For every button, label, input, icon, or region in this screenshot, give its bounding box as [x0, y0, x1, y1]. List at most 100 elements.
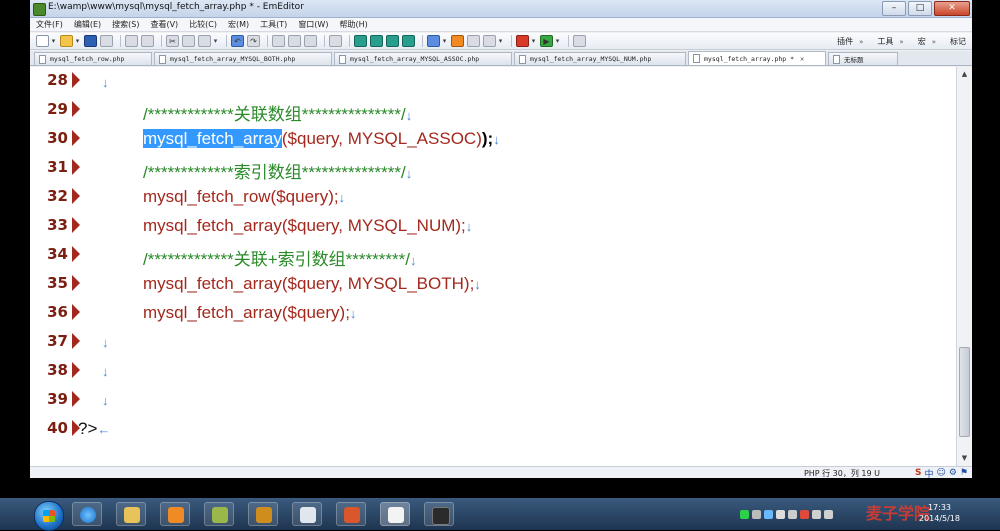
taskbar-media[interactable]	[160, 502, 190, 526]
tab-mysql-fetch-array[interactable]: mysql_fetch_array.php * ✕	[688, 51, 826, 65]
volume-icon[interactable]	[824, 510, 833, 519]
tray-app-icon[interactable]	[740, 510, 749, 519]
maximize-button[interactable]: □	[908, 1, 932, 16]
tab-untitled[interactable]: 无标题	[828, 52, 898, 65]
menu-view[interactable]: 查看(V)	[150, 19, 178, 30]
toolbar-tools-label[interactable]: 工具	[877, 36, 893, 47]
taskbar-notepad[interactable]	[292, 502, 322, 526]
replace-icon[interactable]	[304, 35, 317, 47]
marker-icon[interactable]	[573, 35, 586, 47]
taskbar-clock[interactable]: 17:33 2014/5/18	[919, 502, 960, 524]
menu-file[interactable]: 文件(F)	[36, 19, 63, 30]
tab-mysql-fetch-array-assoc[interactable]: mysql_fetch_array_MYSQL_ASSOC.php	[334, 52, 512, 65]
taskbar-terminal[interactable]	[424, 502, 454, 526]
paste-icon[interactable]	[198, 35, 211, 47]
code-line-32[interactable]: mysql_fetch_row($query);↓	[143, 187, 345, 207]
code-line-38[interactable]: ↓	[102, 361, 109, 381]
code-line-37[interactable]: ↓	[102, 332, 109, 352]
highlight-icon[interactable]	[329, 35, 342, 47]
tray-app-icon[interactable]	[788, 510, 797, 519]
find-next-icon[interactable]	[288, 35, 301, 47]
start-button[interactable]	[34, 501, 64, 531]
print-icon[interactable]	[125, 35, 138, 47]
tray-app-icon[interactable]	[800, 510, 809, 519]
undo-icon[interactable]: ↶	[231, 35, 244, 47]
redo-icon[interactable]: ↷	[247, 35, 260, 47]
tab-mysql-fetch-array-num[interactable]: mysql_fetch_array_MYSQL_NUM.php	[514, 52, 686, 65]
ime-chinese-icon[interactable]: 中	[924, 467, 933, 479]
view-mode-2-icon[interactable]	[370, 35, 383, 47]
print-preview-icon[interactable]	[141, 35, 154, 47]
code-editor[interactable]: 28 ↓ 29 /*************关联数组**************…	[30, 67, 972, 466]
menu-edit[interactable]: 编辑(E)	[74, 19, 101, 30]
view-mode-4-icon[interactable]	[402, 35, 415, 47]
taskbar-fireworks[interactable]	[248, 502, 278, 526]
tray-app-icon[interactable]	[764, 510, 773, 519]
find-icon[interactable]	[272, 35, 285, 47]
record-macro-icon[interactable]	[516, 35, 529, 47]
minimize-button[interactable]: –	[882, 1, 906, 16]
code-line-34[interactable]: /*************关联+索引数组*********/↓	[143, 245, 416, 270]
chevron-down-icon[interactable]: ▾	[530, 35, 537, 47]
view-mode-3-icon[interactable]	[386, 35, 399, 47]
scrollbar-thumb[interactable]	[959, 347, 970, 437]
chevron-down-icon[interactable]: ▾	[441, 35, 448, 47]
plugin-icon[interactable]	[467, 35, 480, 47]
save-icon[interactable]	[84, 35, 97, 47]
code-line-30[interactable]: mysql_fetch_array($query, MYSQL_ASSOC));…	[143, 129, 500, 149]
tab-close-icon[interactable]: ✕	[800, 55, 804, 63]
taskbar-ie[interactable]	[72, 502, 102, 526]
code-line-36[interactable]: mysql_fetch_array($query);↓	[143, 303, 356, 323]
new-file-icon[interactable]	[36, 35, 49, 47]
chevron-down-icon[interactable]: ▾	[50, 35, 57, 47]
taskbar-app-green[interactable]	[204, 502, 234, 526]
ime-flag-icon[interactable]: ⚑	[960, 468, 968, 478]
network-icon[interactable]	[812, 510, 821, 519]
toolbar-macro-label[interactable]: 宏	[918, 36, 926, 47]
menu-window[interactable]: 窗口(W)	[298, 19, 328, 30]
scroll-down-icon[interactable]: ▼	[959, 453, 970, 464]
code-line-28[interactable]: ↓	[102, 72, 109, 92]
chevron-down-icon[interactable]: ▾	[554, 35, 561, 47]
ime-settings-icon[interactable]: ⚙	[949, 468, 957, 478]
menu-macro[interactable]: 宏(M)	[228, 19, 249, 30]
chevron-double-icon[interactable]: »	[932, 38, 936, 46]
ime-emoji-icon[interactable]: ☺	[936, 468, 945, 478]
taskbar-powerpoint[interactable]	[336, 502, 366, 526]
code-line-33[interactable]: mysql_fetch_array($query, MYSQL_NUM);↓	[143, 216, 472, 236]
code-line-40[interactable]: ?>←	[78, 419, 110, 439]
tab-mysql-fetch-row[interactable]: mysql_fetch_row.php	[34, 52, 152, 65]
run-macro-icon[interactable]: ▶	[540, 35, 553, 47]
menu-compare[interactable]: 比较(C)	[189, 19, 217, 30]
copy-icon[interactable]	[182, 35, 195, 47]
toolbar-plugins-label[interactable]: 插件	[837, 36, 853, 47]
scroll-up-icon[interactable]: ▲	[959, 69, 970, 80]
tools-icon[interactable]	[451, 35, 464, 47]
tray-app-icon[interactable]	[776, 510, 785, 519]
vertical-scrollbar[interactable]: ▲ ▼	[956, 67, 972, 466]
open-folder-icon[interactable]	[60, 35, 73, 47]
taskbar-emeditor[interactable]	[380, 502, 410, 526]
chevron-down-icon[interactable]: ▾	[74, 35, 81, 47]
window-icon[interactable]	[483, 35, 496, 47]
ime-logo-icon[interactable]: S	[915, 468, 921, 478]
chevron-down-icon[interactable]: ▾	[212, 35, 219, 47]
chevron-double-icon[interactable]: »	[859, 38, 863, 46]
taskbar-explorer[interactable]	[116, 502, 146, 526]
menu-tools[interactable]: 工具(T)	[260, 19, 287, 30]
chevron-double-icon[interactable]: »	[899, 38, 903, 46]
code-line-39[interactable]: ↓	[102, 390, 109, 410]
code-line-31[interactable]: /*************索引数组***************/↓	[143, 158, 412, 183]
cut-icon[interactable]: ✂	[166, 35, 179, 47]
encoding-icon[interactable]	[427, 35, 440, 47]
close-button[interactable]: ✕	[934, 1, 970, 16]
code-line-29[interactable]: /*************关联数组***************/↓	[143, 100, 412, 125]
tray-app-icon[interactable]	[752, 510, 761, 519]
menu-help[interactable]: 帮助(H)	[339, 19, 367, 30]
toolbar-marker-label[interactable]: 标记	[950, 36, 966, 47]
view-mode-1-icon[interactable]	[354, 35, 367, 47]
tab-mysql-fetch-array-both[interactable]: mysql_fetch_array_MYSQL_BOTH.php	[154, 52, 332, 65]
chevron-down-icon[interactable]: ▾	[497, 35, 504, 47]
save-all-icon[interactable]	[100, 35, 113, 47]
code-line-35[interactable]: mysql_fetch_array($query, MYSQL_BOTH);↓	[143, 274, 481, 294]
